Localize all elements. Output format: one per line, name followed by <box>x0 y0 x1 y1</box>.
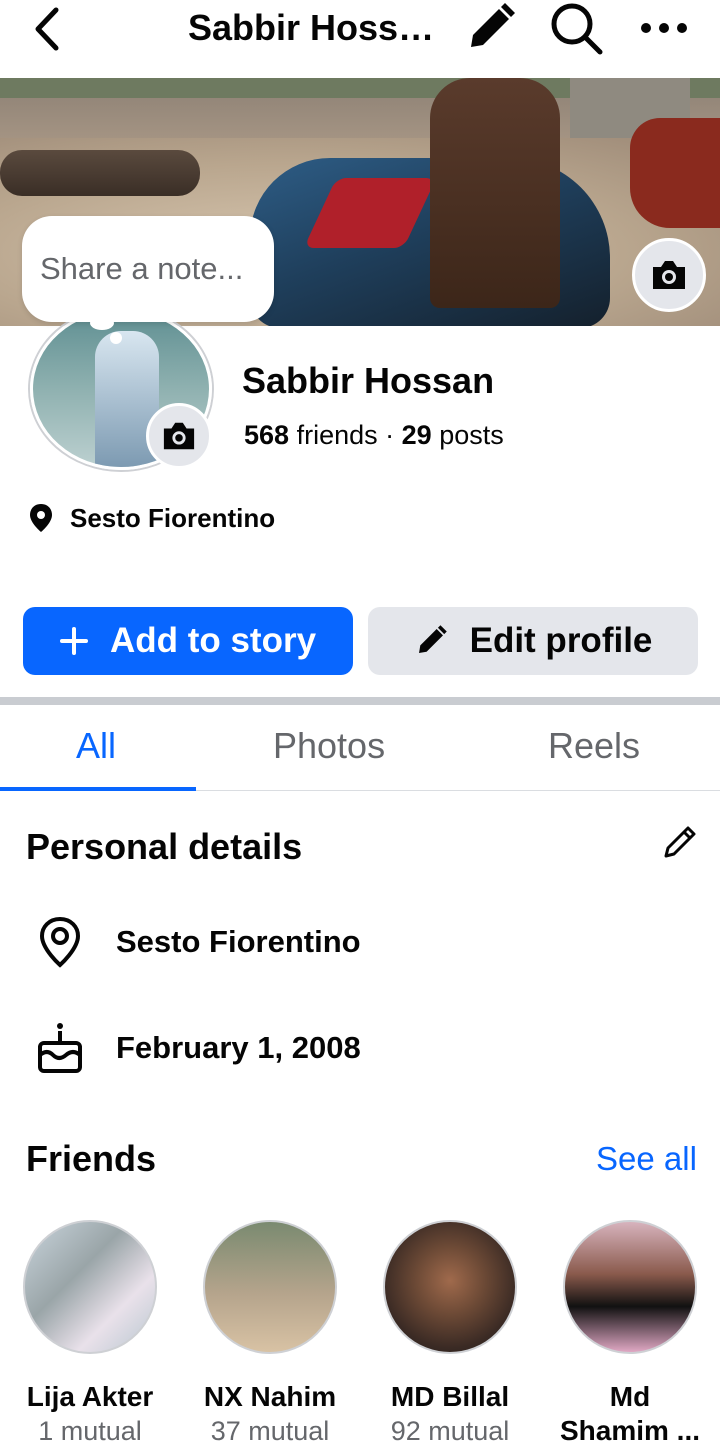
friend-mutual: 92 mutual <box>390 1416 510 1446</box>
personal-details-title: Personal details <box>26 826 303 867</box>
friends-count[interactable]: 568 <box>244 420 289 450</box>
section-divider <box>0 697 720 705</box>
detail-birthday: February 1, 2008 <box>34 1022 361 1074</box>
page-title: Sabbir Hossan <box>188 7 438 48</box>
friend-name: MD Billal <box>390 1381 510 1412</box>
posts-label: posts <box>439 420 504 450</box>
cover-camera-button[interactable] <box>632 238 706 312</box>
location-outline-icon <box>34 916 86 968</box>
more-icon[interactable] <box>636 0 692 56</box>
stats-separator: · <box>385 420 395 450</box>
camera-icon <box>653 261 685 289</box>
pencil-icon[interactable] <box>462 0 518 56</box>
friend-card[interactable]: MD Billal 92 mutual <box>375 1220 525 1448</box>
friend-avatar <box>23 1220 157 1354</box>
profile-tabs: All Photos Reels <box>0 705 720 791</box>
online-status-dot <box>488 1220 518 1250</box>
friends-label[interactable]: friends <box>297 420 378 450</box>
profile-camera-button[interactable] <box>146 403 212 469</box>
friends-title: Friends <box>26 1138 157 1179</box>
camera-icon <box>163 422 195 450</box>
detail-location: Sesto Fiorentino <box>34 916 361 968</box>
friend-name: Md Shamim ... <box>559 1381 701 1446</box>
friend-mutual: 37 mutual <box>210 1416 330 1446</box>
back-arrow-icon[interactable] <box>22 4 72 54</box>
detail-location-text: Sesto Fiorentino <box>116 924 361 959</box>
search-icon[interactable] <box>548 0 604 56</box>
birthday-cake-icon <box>34 1022 86 1074</box>
active-tab-indicator <box>0 787 196 791</box>
top-bar: Sabbir Hossan <box>0 0 720 78</box>
profile-stats: 568 friends · 29 posts <box>244 420 504 451</box>
tab-photos[interactable]: Photos <box>273 725 385 767</box>
tab-all[interactable]: All <box>76 725 116 767</box>
add-to-story-label: Add to story <box>109 621 317 660</box>
friend-card[interactable]: Md Shamim ... <box>555 1220 705 1448</box>
edit-profile-button[interactable]: Edit profile <box>368 607 698 675</box>
posts-count: 29 <box>401 420 432 450</box>
friend-card[interactable]: Lija Akter 1 mutual <box>15 1220 165 1448</box>
share-note-bubble[interactable]: Share a note... <box>22 216 274 322</box>
edit-profile-label: Edit profile <box>469 621 653 660</box>
intro-location: Sesto Fiorentino <box>28 500 275 536</box>
pencil-icon <box>414 624 448 658</box>
intro-location-text: Sesto Fiorentino <box>70 502 276 533</box>
friend-card[interactable]: NX Nahim 37 mutual <box>195 1220 345 1448</box>
note-placeholder: Share a note... <box>40 251 244 286</box>
see-all-friends-link[interactable]: See all <box>596 1140 697 1178</box>
edit-details-pencil-icon[interactable] <box>660 822 700 862</box>
online-status-dot <box>668 1220 698 1250</box>
friend-mutual: 1 mutual <box>38 1416 142 1446</box>
plus-icon <box>59 627 88 655</box>
add-to-story-button[interactable]: Add to story <box>23 607 353 675</box>
friend-name: NX Nahim <box>203 1381 337 1412</box>
friend-name: Lija Akter <box>26 1381 154 1412</box>
online-status-dot <box>308 1220 338 1250</box>
profile-name: Sabbir Hossan <box>242 360 495 401</box>
location-pin-icon <box>30 504 52 532</box>
tab-reels[interactable]: Reels <box>548 725 640 767</box>
detail-birthday-text: February 1, 2008 <box>116 1030 361 1065</box>
